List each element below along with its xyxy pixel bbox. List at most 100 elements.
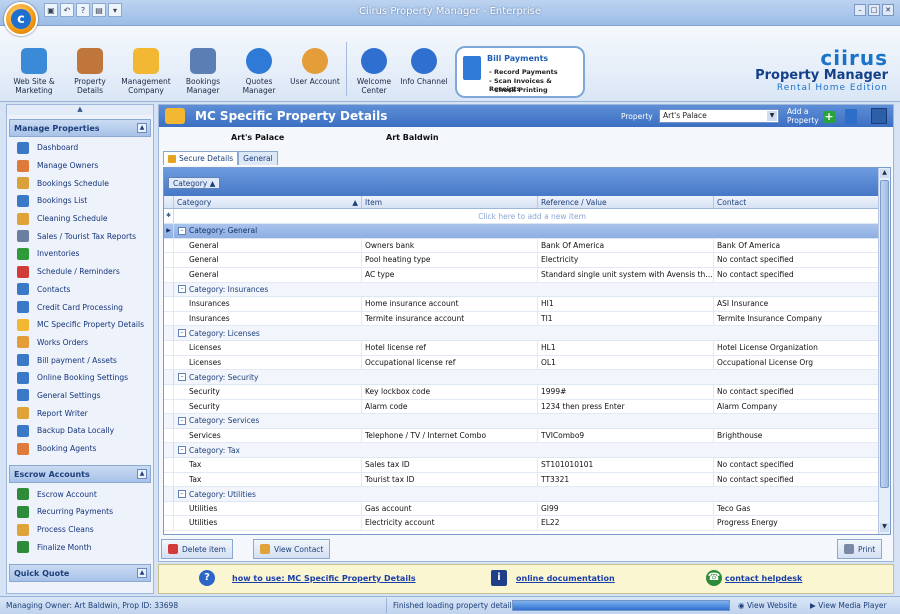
cell-category[interactable]: General [186,238,362,253]
collapse-group-icon[interactable]: – [178,329,186,338]
sidebar-item-dashboard[interactable]: Dashboard [7,139,153,157]
cell-category[interactable]: Utilities [186,516,362,531]
add-property-label[interactable]: Add a Property [787,107,819,125]
how-to-use-link[interactable]: how to use: MC Specific Property Details [232,574,416,583]
group-row[interactable]: – Category: Services [164,414,890,429]
cell-contact[interactable]: Bank Of America [714,238,880,253]
cell-category[interactable]: General [186,267,362,282]
sidebar-item-recurring-payments[interactable]: Recurring Payments [7,503,153,521]
table-row[interactable]: Services Telephone / TV / Internet Combo T… [164,428,890,444]
row-selector[interactable] [164,472,174,487]
cell-item[interactable]: Tourist tax ID [362,472,538,487]
cell-contact[interactable]: Hotel License Organization [714,340,880,355]
cell-reference[interactable]: Standard single unit system with Avensis… [538,267,714,282]
table-row[interactable]: Utilities Electricity account EL22 Progress… [164,516,890,532]
table-row[interactable]: General Pool heating type Electricity No co… [164,253,890,268]
table-row[interactable]: General Owners bank Bank Of America Bank Of… [164,238,890,254]
sidebar-item-escrow-account[interactable]: Escrow Account [7,485,153,503]
collapse-group-icon[interactable]: – [178,446,186,455]
row-selector[interactable] [164,355,174,370]
cell-reference[interactable]: GI99 [538,501,714,516]
sidebar-item-cleaning-schedule[interactable]: Cleaning Schedule [7,210,153,228]
row-selector[interactable] [164,384,174,399]
sidebar-item-online-booking-settings[interactable]: Online Booking Settings [7,369,153,387]
collapse-icon[interactable]: ▲ [137,568,147,579]
cell-category[interactable]: Insurances [186,311,362,326]
cell-item[interactable]: Home insurance account [362,297,538,311]
group-row[interactable]: – Category: Security [164,370,890,385]
ribbon-button-property-details[interactable]: Property Details [62,48,118,95]
new-item-row[interactable]: ✱ Click here to add a new item [164,209,890,224]
cell-category[interactable]: General [186,253,362,267]
sidebar-item-bookings-list[interactable]: Bookings List [7,192,153,210]
sidebar-item-sales-tourist-tax-reports[interactable]: Sales / Tourist Tax Reports [7,227,153,245]
table-row[interactable]: Security Alarm code 1234 then press Enter A… [164,399,890,415]
cell-item[interactable]: Owners bank [362,238,538,253]
minimize-button[interactable]: – [854,4,866,16]
sidebar-item-mc-specific-property-details[interactable]: MC Specific Property Details [7,316,153,334]
cell-category[interactable]: Security [186,399,362,414]
save-icon[interactable] [871,108,887,124]
column-header-category[interactable]: Category ▲ [174,196,362,208]
cell-contact[interactable]: Brighthouse [714,428,880,443]
column-header-item[interactable]: Item [362,196,538,208]
row-selector[interactable] [164,399,174,414]
row-selector[interactable] [164,297,174,311]
row-selector[interactable] [164,238,174,253]
table-row[interactable]: Licenses Occupational license ref OL1 Occup… [164,355,890,371]
sidebar-item-inventories[interactable]: Inventories [7,245,153,263]
contact-helpdesk-link[interactable]: contact helpdesk [725,574,802,583]
cell-item[interactable]: Hotel license ref [362,340,538,355]
row-selector[interactable] [164,457,174,472]
close-button[interactable]: ✕ [882,4,894,16]
view-website-link[interactable]: ◉ View Website [738,601,797,610]
row-selector[interactable] [164,428,174,443]
cell-reference[interactable]: TT3321 [538,472,714,487]
group-row[interactable]: – Category: Licenses [164,326,890,341]
cell-item[interactable]: Sales tax ID [362,457,538,472]
cell-category[interactable]: Insurances [186,297,362,311]
cell-reference[interactable]: 1234 then press Enter [538,399,714,414]
table-row[interactable]: General AC type Standard single unit syste… [164,267,890,283]
online-documentation-link[interactable]: online documentation [516,574,615,583]
row-selector[interactable] [164,340,174,355]
group-row[interactable]: – Category: Insurances [164,282,890,298]
scroll-thumb[interactable] [880,180,889,488]
cell-category[interactable]: Security [186,384,362,399]
row-selector[interactable] [164,311,174,326]
scroll-down-icon[interactable]: ▼ [880,523,889,532]
sidebar-item-contacts[interactable]: Contacts [7,281,153,299]
table-row[interactable]: Tax Tourist tax ID TT3321 No contact specif… [164,472,890,488]
scroll-up-icon[interactable]: ▲ [880,169,889,178]
cell-contact[interactable]: No contact specified [714,253,880,267]
cell-reference[interactable]: Electricity [538,253,714,267]
sidebar-item-works-orders[interactable]: Works Orders [7,334,153,352]
print-button[interactable]: Print [837,539,883,559]
cell-category[interactable]: Tax [186,472,362,487]
sidebar-item-bookings-schedule[interactable]: Bookings Schedule [7,174,153,192]
cell-contact[interactable]: Occupational License Org [714,355,880,370]
cell-reference[interactable]: TVICombo9 [538,428,714,443]
view-media-player-link[interactable]: ▶ View Media Player [810,601,887,610]
ribbon-button-user-account[interactable]: User Account [287,48,343,86]
view-contact-button[interactable]: View Contact [253,539,331,559]
sidebar-item-general-settings[interactable]: General Settings [7,387,153,405]
delete-item-button[interactable]: Delete item [161,539,233,559]
cell-reference[interactable]: 1999# [538,384,714,399]
cell-item[interactable]: Occupational license ref [362,355,538,370]
sidebar-item-process-cleans[interactable]: Process Cleans [7,521,153,539]
cell-reference[interactable]: HL1 [538,340,714,355]
group-row[interactable]: ▶ – Category: General [164,224,890,239]
table-row[interactable]: Insurances Home insurance account HI1 ASI I… [164,297,890,312]
add-new-item-text[interactable]: Click here to add a new item [174,212,890,221]
ribbon-button-info-channel[interactable]: Info Channel [396,48,452,86]
tab-secure-details[interactable]: Secure Details [163,151,239,165]
cell-reference[interactable]: EL22 [538,516,714,531]
collapse-group-icon[interactable]: – [178,490,186,498]
cell-category[interactable]: Utilities [186,501,362,516]
cell-reference[interactable]: HI1 [538,297,714,311]
cell-category[interactable]: Licenses [186,340,362,355]
column-header-contact[interactable]: Contact [714,196,880,208]
row-selector[interactable] [164,253,174,267]
cell-reference[interactable]: OL1 [538,355,714,370]
